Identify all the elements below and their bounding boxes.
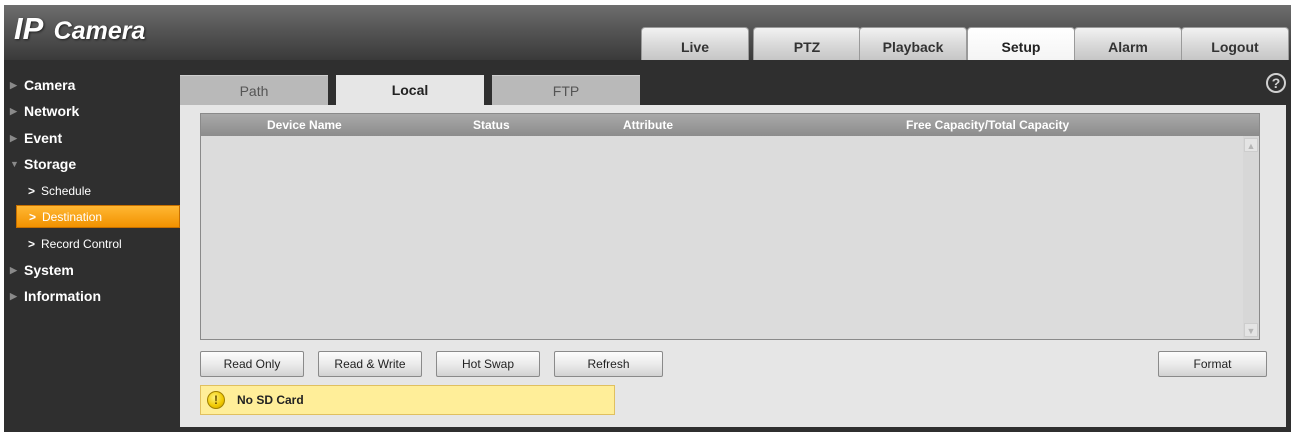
scroll-up-arrow-icon[interactable]: ▲ bbox=[1244, 138, 1258, 152]
sidebar-item-information[interactable]: ▶ Information bbox=[4, 285, 180, 307]
table-header: Device Name Status Attribute Free Capaci… bbox=[201, 114, 1259, 136]
read-write-button[interactable]: Read & Write bbox=[318, 351, 422, 377]
scroll-down-arrow-icon[interactable]: ▼ bbox=[1244, 323, 1258, 337]
collapsed-arrow-icon: ▶ bbox=[10, 264, 17, 275]
tab-path[interactable]: Path bbox=[180, 75, 328, 105]
sidebar-subitem-record-control[interactable]: > Record Control bbox=[16, 232, 180, 255]
logo-ip-text: IP bbox=[14, 11, 44, 46]
refresh-button[interactable]: Refresh bbox=[554, 351, 663, 377]
help-icon[interactable]: ? bbox=[1266, 73, 1286, 93]
sidebar-item-network[interactable]: ▶ Network bbox=[4, 100, 180, 122]
sidebar-item-label: Information bbox=[24, 288, 101, 304]
warning-icon: ! bbox=[207, 391, 225, 409]
nav-tab-alarm[interactable]: Alarm bbox=[1074, 27, 1182, 60]
chevron-right-icon: > bbox=[28, 236, 36, 251]
nav-tab-live[interactable]: Live bbox=[641, 27, 749, 60]
status-notice: ! No SD Card bbox=[200, 385, 615, 415]
storage-device-table: Device Name Status Attribute Free Capaci… bbox=[200, 113, 1260, 340]
sidebar: ▶ Camera ▶ Network ▶ Event ▼ Storage > S… bbox=[4, 60, 180, 432]
tab-local[interactable]: Local bbox=[336, 75, 484, 105]
sidebar-item-camera[interactable]: ▶ Camera bbox=[4, 74, 180, 96]
sidebar-subitem-destination[interactable]: > Destination bbox=[16, 205, 180, 228]
chevron-right-icon: > bbox=[29, 209, 37, 224]
logo-camera-text: Camera bbox=[53, 17, 146, 45]
collapsed-arrow-icon: ▶ bbox=[10, 105, 17, 116]
sidebar-subitem-schedule[interactable]: > Schedule bbox=[16, 179, 180, 202]
header-bar: IP Camera Live PTZ Playback Setup Alarm … bbox=[4, 5, 1291, 60]
sidebar-item-label: System bbox=[24, 262, 74, 278]
app-frame: IP Camera Live PTZ Playback Setup Alarm … bbox=[4, 5, 1291, 432]
notice-text: No SD Card bbox=[237, 393, 304, 407]
sidebar-item-label: Storage bbox=[24, 156, 77, 172]
chevron-right-icon: > bbox=[28, 183, 36, 198]
read-only-button[interactable]: Read Only bbox=[200, 351, 304, 377]
sidebar-item-label: Destination bbox=[42, 209, 103, 224]
sidebar-item-label: Camera bbox=[24, 77, 76, 93]
tab-ftp[interactable]: FTP bbox=[492, 75, 640, 105]
nav-tab-ptz[interactable]: PTZ bbox=[753, 27, 861, 60]
collapsed-arrow-icon: ▶ bbox=[10, 79, 17, 90]
sidebar-item-system[interactable]: ▶ System bbox=[4, 259, 180, 281]
expanded-arrow-icon: ▼ bbox=[10, 159, 19, 169]
content-panel: Device Name Status Attribute Free Capaci… bbox=[180, 105, 1286, 427]
table-scrollbar[interactable]: ▲ ▼ bbox=[1243, 136, 1259, 339]
format-button[interactable]: Format bbox=[1158, 351, 1267, 377]
nav-tab-playback[interactable]: Playback bbox=[859, 27, 967, 60]
nav-tab-setup[interactable]: Setup bbox=[967, 27, 1075, 60]
sidebar-item-event[interactable]: ▶ Event bbox=[4, 127, 180, 149]
app-logo: IP Camera bbox=[14, 11, 145, 47]
nav-tab-logout[interactable]: Logout bbox=[1181, 27, 1289, 60]
column-header-status: Status bbox=[473, 118, 510, 132]
sidebar-item-label: Event bbox=[24, 130, 63, 146]
column-header-device-name: Device Name bbox=[267, 118, 342, 132]
column-header-attribute: Attribute bbox=[623, 118, 673, 132]
sidebar-item-label: Network bbox=[24, 103, 80, 119]
column-header-capacity: Free Capacity/Total Capacity bbox=[906, 118, 1070, 132]
sidebar-item-label: Record Control bbox=[41, 236, 122, 251]
sidebar-item-label: Schedule bbox=[41, 183, 92, 198]
collapsed-arrow-icon: ▶ bbox=[10, 290, 17, 301]
hot-swap-button[interactable]: Hot Swap bbox=[436, 351, 540, 377]
sidebar-item-storage[interactable]: ▼ Storage bbox=[4, 153, 180, 175]
collapsed-arrow-icon: ▶ bbox=[10, 132, 17, 143]
